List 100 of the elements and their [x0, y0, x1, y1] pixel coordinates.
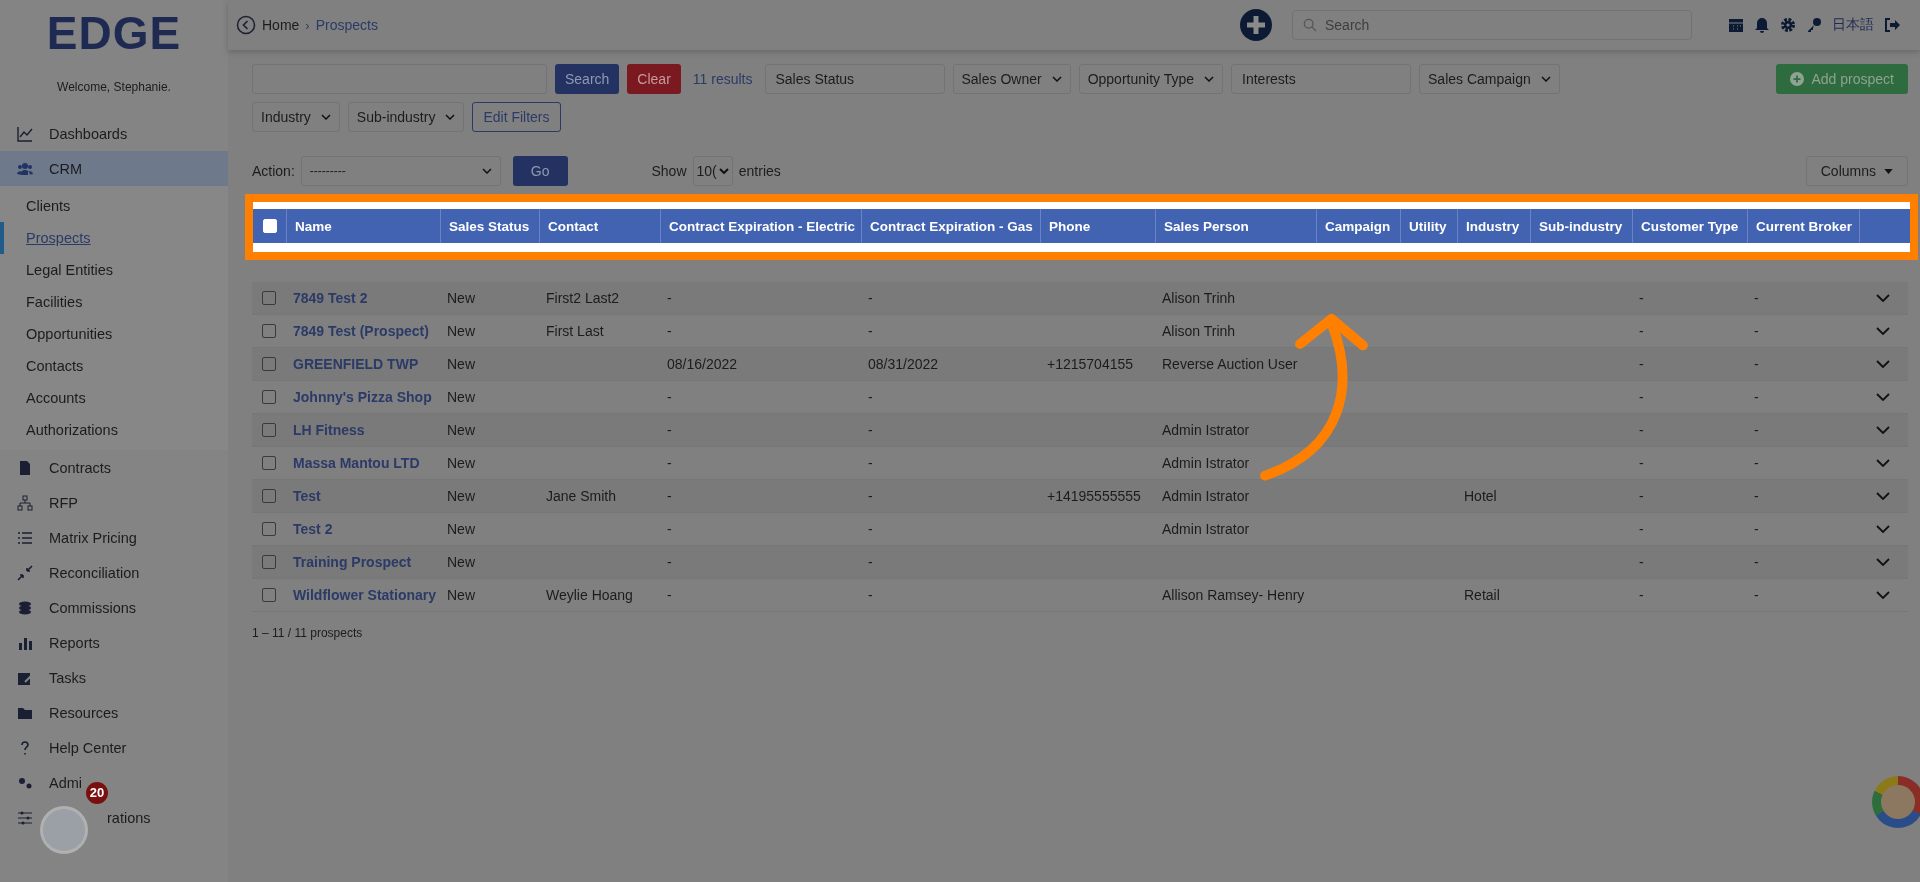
sidebar-item[interactable]: Contracts: [0, 450, 114, 485]
key-icon[interactable]: [1806, 17, 1822, 33]
column-header[interactable]: Name: [286, 209, 440, 243]
sidebar-item[interactable]: Reconciliation: [0, 555, 142, 590]
bell-icon[interactable]: [1754, 17, 1770, 33]
prospect-link[interactable]: 7849 Test 2: [293, 290, 368, 306]
back-icon[interactable]: [236, 15, 256, 35]
column-header[interactable]: Campaign: [1316, 209, 1400, 243]
column-header[interactable]: Utility: [1400, 209, 1457, 243]
filter-dropdown[interactable]: Sales Campaign: [1419, 64, 1560, 94]
chevron-down-icon[interactable]: [1876, 591, 1890, 599]
sidebar-item[interactable]: Admi: [0, 765, 85, 800]
row-checkbox[interactable]: [261, 555, 276, 569]
plus-icon: [1789, 72, 1804, 86]
table-cell: -: [1754, 356, 1759, 372]
sidebar-item[interactable]: RFP: [0, 485, 80, 520]
prospect-link[interactable]: Training Prospect: [293, 554, 412, 570]
table-cell: -: [868, 290, 873, 306]
column-header[interactable]: Contract Expiration - Gas: [861, 209, 1040, 243]
table-cell: First2 Last2: [546, 290, 620, 306]
column-header[interactable]: Sales Status: [440, 209, 539, 243]
column-header[interactable]: Sub-industry: [1530, 209, 1632, 243]
prospect-link[interactable]: LH Fitness: [293, 422, 365, 438]
columns-button[interactable]: Columns: [1805, 156, 1908, 186]
column-header[interactable]: Sales Person: [1155, 209, 1316, 243]
row-checkbox[interactable]: [261, 456, 276, 470]
search-field[interactable]: Search: [1292, 10, 1692, 40]
table-cell: +1215704155: [1047, 356, 1134, 372]
column-header[interactable]: Industry: [1457, 209, 1530, 243]
sidebar-item[interactable]: Facilities: [0, 286, 228, 318]
chevron-down-icon[interactable]: [1876, 525, 1890, 533]
sidebar-item[interactable]: Reports: [0, 625, 102, 660]
logout-icon[interactable]: [1884, 17, 1900, 33]
sidebar-item[interactable]: Prospects: [0, 222, 228, 254]
sidebar-item[interactable]: Tasks: [0, 660, 89, 695]
filter-field[interactable]: Sales Status: [764, 64, 945, 94]
add-icon[interactable]: [1240, 9, 1272, 41]
chevron-down-icon[interactable]: [1876, 393, 1890, 401]
sidebar-item[interactable]: Resources: [0, 695, 121, 730]
row-checkbox[interactable]: [261, 324, 276, 338]
language-link[interactable]: 日本語: [1832, 16, 1874, 34]
prospect-link[interactable]: Massa Mantou LTD: [293, 455, 420, 471]
chevron-down-icon[interactable]: [1876, 492, 1890, 500]
table-cell: New: [447, 323, 475, 339]
column-header[interactable]: Customer Type: [1632, 209, 1747, 243]
go-button[interactable]: Go: [512, 156, 568, 186]
row-checkbox[interactable]: [261, 291, 276, 305]
prospect-link[interactable]: Wildflower Stationary: [293, 587, 436, 603]
action-dropdown[interactable]: ---------: [300, 156, 501, 186]
row-checkbox[interactable]: [261, 522, 276, 536]
prospect-link[interactable]: Test: [293, 488, 321, 504]
sidebar-item[interactable]: CRM: [0, 151, 228, 186]
row-checkbox[interactable]: [261, 588, 276, 602]
column-header[interactable]: Phone: [1040, 209, 1155, 243]
table-cell: Alison Trinh: [1162, 290, 1236, 306]
sidebar-item[interactable]: Opportunities: [0, 318, 228, 350]
sliders-icon: [17, 809, 33, 826]
sidebar-item[interactable]: Help Center: [0, 730, 129, 765]
select-all-checkbox[interactable]: [262, 219, 277, 233]
prospect-link[interactable]: 7849 Test (Prospect): [293, 323, 429, 339]
sidebar-item[interactable]: Authorizations: [0, 414, 228, 446]
sidebar-item[interactable]: Clients: [0, 190, 228, 222]
filter-field[interactable]: Interests: [1231, 64, 1412, 94]
filter-dropdown[interactable]: Opportunity Type: [1078, 64, 1224, 94]
column-header[interactable]: Contact: [539, 209, 660, 243]
filter-dropdown[interactable]: Sales Owner: [952, 64, 1071, 94]
row-checkbox[interactable]: [261, 489, 276, 503]
prospect-link[interactable]: Johnny's Pizza Shop: [293, 389, 432, 405]
breadcrumb-link[interactable]: Home: [262, 17, 300, 33]
chevron-down-icon[interactable]: [1876, 360, 1890, 368]
row-checkbox[interactable]: [261, 390, 276, 404]
chevron-down-icon[interactable]: [1876, 558, 1890, 566]
row-checkbox[interactable]: [261, 423, 276, 437]
sidebar-item[interactable]: Contacts: [0, 350, 228, 382]
prospect-link[interactable]: Test 2: [293, 521, 333, 537]
chevron-down-icon[interactable]: [1876, 459, 1890, 467]
filter-dropdown[interactable]: Sub-industry: [347, 102, 465, 132]
sidebar-item[interactable]: Commissions: [0, 590, 138, 625]
filter-dropdown[interactable]: Industry: [252, 102, 340, 132]
row-checkbox[interactable]: [261, 357, 276, 371]
settings-icon[interactable]: [1780, 17, 1796, 33]
sidebar-item[interactable]: Accounts: [0, 382, 228, 414]
chevron-down-icon[interactable]: [1876, 426, 1890, 434]
prospect-link[interactable]: GREENFIELD TWP: [293, 356, 419, 372]
calendar-icon[interactable]: [1728, 17, 1744, 33]
add-prospect-button[interactable]: Add prospect: [1775, 64, 1908, 94]
sidebar-item[interactable]: Dashboards: [0, 116, 130, 151]
column-header[interactable]: Contract Expiration - Electric: [660, 209, 861, 243]
caret-icon: [1051, 76, 1062, 82]
sidebar-item[interactable]: Legal Entities: [0, 254, 228, 286]
chevron-down-icon[interactable]: [1876, 327, 1890, 335]
edit-filters-button[interactable]: Edit Filters: [472, 102, 561, 132]
entries-dropdown[interactable]: 10(: [692, 156, 733, 186]
caret-icon: [320, 114, 331, 120]
column-header[interactable]: Current Broker: [1747, 209, 1859, 243]
sidebar-item[interactable]: Matrix Pricing: [0, 520, 139, 555]
chevron-down-icon[interactable]: [1876, 294, 1890, 302]
clear-button[interactable]: Clear: [627, 64, 681, 94]
search-button[interactable]: Search: [555, 64, 620, 94]
show-label: Show: [651, 163, 687, 179]
